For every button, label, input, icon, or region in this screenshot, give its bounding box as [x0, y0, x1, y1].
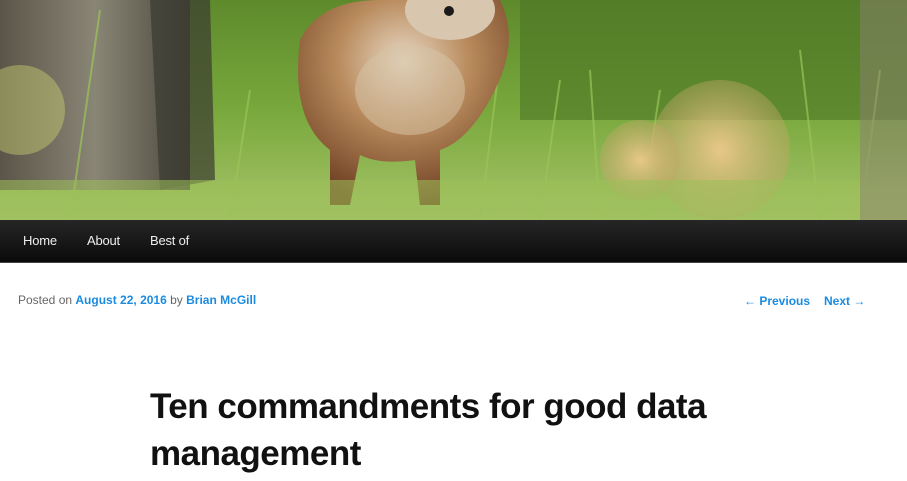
- author-link[interactable]: Brian McGill: [186, 293, 256, 307]
- next-post-link[interactable]: Next →: [824, 294, 865, 308]
- post-date-link[interactable]: August 22, 2016: [75, 293, 166, 307]
- posted-on-label: Posted on: [18, 293, 73, 307]
- header-banner-image: [0, 0, 907, 220]
- previous-post-link[interactable]: ← Previous: [744, 294, 810, 308]
- by-label: by: [170, 293, 183, 307]
- fox-banner-illustration: [0, 0, 907, 220]
- nav-item-home[interactable]: Home: [23, 220, 57, 262]
- post-meta: Posted on August 22, 2016 by Brian McGil…: [18, 293, 256, 307]
- main-navigation-bar: Home About Best of: [0, 220, 907, 263]
- nav-item-best-of[interactable]: Best of: [150, 220, 189, 262]
- post-title: Ten commandments for good data managemen…: [150, 387, 707, 473]
- nav-item-about[interactable]: About: [87, 220, 120, 262]
